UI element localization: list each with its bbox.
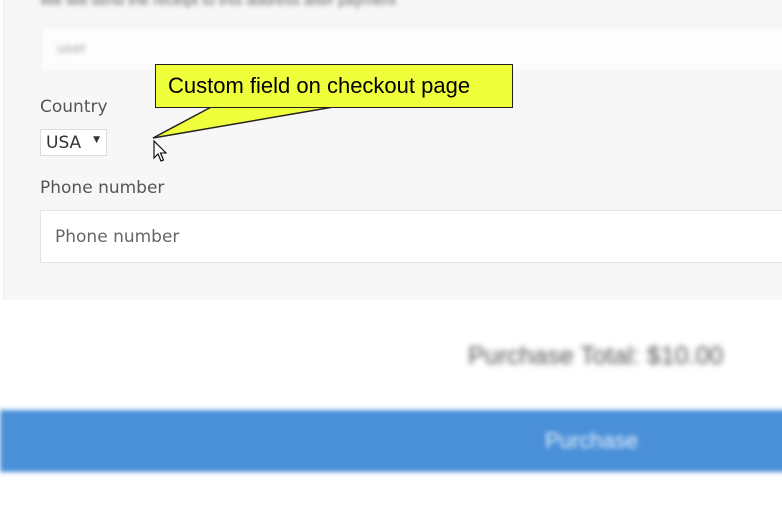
checkout-page: We will send the receipt to this address… <box>0 0 782 505</box>
form-hint-text: We will send the receipt to this address… <box>40 0 396 9</box>
country-select[interactable]: USA ▼ <box>40 129 107 156</box>
phone-number-label: Phone number <box>40 178 165 198</box>
purchase-button[interactable]: Purchase <box>0 410 782 472</box>
country-selected-value: USA <box>46 133 82 153</box>
purchase-total: Purchase Total: $10.00 <box>468 342 724 370</box>
mouse-pointer-icon <box>153 140 168 162</box>
top-input-value: user <box>57 40 87 57</box>
dropdown-arrow-icon: ▼ <box>93 135 100 145</box>
purchase-button-label: Purchase <box>545 428 638 453</box>
phone-number-input[interactable]: Phone number <box>40 210 782 263</box>
checkout-form-panel: We will send the receipt to this address… <box>3 0 782 300</box>
country-label: Country <box>40 97 108 117</box>
callout-text: Custom field on checkout page <box>168 73 471 98</box>
phone-number-placeholder: Phone number <box>55 227 180 247</box>
annotation-callout: Custom field on checkout page <box>155 64 513 108</box>
